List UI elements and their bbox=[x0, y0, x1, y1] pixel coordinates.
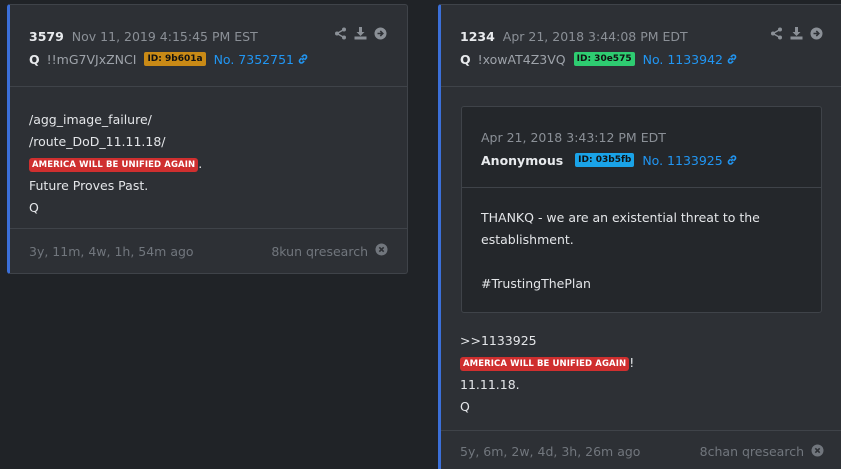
quoted-poster-name: Anonymous bbox=[481, 152, 564, 168]
reply-link[interactable]: >>1133925 bbox=[460, 330, 634, 352]
quoted-line: establishment. bbox=[481, 232, 574, 247]
post-age: 5y, 6m, 2w, 4d, 3h, 26m ago bbox=[460, 444, 641, 459]
post-line: Q bbox=[29, 200, 39, 215]
post-line: AMERICA WILL BE UNIFIED AGAIN. bbox=[29, 153, 388, 175]
quoted-post-body: THANKQ - we are an existential threat to… bbox=[462, 188, 821, 312]
download-icon[interactable] bbox=[790, 27, 803, 40]
tripcode: !xowAT4Z3VQ bbox=[477, 51, 566, 67]
link-icon[interactable] bbox=[726, 151, 738, 170]
post-body: /agg_image_failure/ /route_DoD_11.11.18/… bbox=[10, 87, 407, 219]
flag-suffix: ! bbox=[629, 355, 635, 370]
red-flag-text: AMERICA WILL BE UNIFIED AGAIN bbox=[29, 158, 199, 172]
id-badge[interactable]: ID: 03b5fb bbox=[575, 153, 635, 167]
share-icon[interactable] bbox=[770, 27, 783, 40]
post-actions bbox=[334, 27, 387, 40]
post-header: 1234 Apr 21, 2018 3:44:08 PM EDT Q !xowA… bbox=[441, 5, 841, 87]
quoted-post-date: Apr 21, 2018 3:43:12 PM EDT bbox=[481, 130, 666, 145]
red-flag-text: AMERICA WILL BE UNIFIED AGAIN bbox=[460, 357, 630, 371]
id-badge[interactable]: ID: 9b601a bbox=[144, 52, 206, 66]
post-actions bbox=[770, 27, 823, 40]
post-footer: 5y, 6m, 2w, 4d, 3h, 26m ago 8chan qresea… bbox=[441, 430, 841, 469]
post-line: Future Proves Past. bbox=[29, 178, 149, 193]
close-icon[interactable] bbox=[375, 243, 388, 259]
post-line: /route_DoD_11.11.18/ bbox=[29, 134, 166, 149]
quoted-post: Apr 21, 2018 3:43:12 PM EDT Anonymous ID… bbox=[461, 106, 822, 313]
post-date: Apr 21, 2018 3:44:08 PM EDT bbox=[502, 28, 688, 44]
post-line: /agg_image_failure/ bbox=[29, 112, 152, 127]
post-footer: 3y, 11m, 4w, 1h, 54m ago 8kun qresearch bbox=[10, 228, 407, 273]
download-icon[interactable] bbox=[354, 27, 367, 40]
open-icon[interactable] bbox=[810, 27, 823, 40]
id-badge[interactable]: ID: 30e575 bbox=[573, 52, 635, 66]
post-card: 1234 Apr 21, 2018 3:44:08 PM EDT Q !xowA… bbox=[438, 4, 841, 469]
quoted-line: #TrustingThePlan bbox=[481, 276, 591, 291]
close-icon[interactable] bbox=[811, 444, 824, 460]
post-date: Nov 11, 2019 4:15:45 PM EST bbox=[71, 28, 258, 44]
quoted-line: THANKQ - we are an existential threat to… bbox=[481, 210, 760, 225]
post-body: >>1133925 AMERICA WILL BE UNIFIED AGAIN!… bbox=[441, 330, 653, 418]
post-card: 3579 Nov 11, 2019 4:15:45 PM EST Q !!mG7… bbox=[7, 4, 408, 274]
post-number-link[interactable]: No. 1133942 bbox=[643, 52, 723, 67]
post-number-link[interactable]: No. 7352751 bbox=[214, 52, 294, 67]
post-number: 1234 bbox=[460, 28, 495, 44]
open-icon[interactable] bbox=[374, 27, 387, 40]
poster-name: Q bbox=[29, 51, 40, 67]
flag-suffix: . bbox=[198, 156, 203, 171]
tripcode: !!mG7VJxZNCI bbox=[46, 51, 137, 67]
link-icon[interactable] bbox=[297, 50, 309, 69]
poster-name: Q bbox=[460, 51, 471, 67]
post-line: Q bbox=[460, 399, 470, 414]
post-age: 3y, 11m, 4w, 1h, 54m ago bbox=[29, 243, 194, 259]
post-line: 11.11.18. bbox=[460, 377, 520, 392]
quoted-post-header: Apr 21, 2018 3:43:12 PM EDT Anonymous ID… bbox=[462, 107, 821, 188]
board-source[interactable]: 8chan qresearch bbox=[700, 444, 804, 459]
post-header: 3579 Nov 11, 2019 4:15:45 PM EST Q !!mG7… bbox=[10, 5, 407, 87]
board-source[interactable]: 8kun qresearch bbox=[271, 244, 368, 259]
post-number-link[interactable]: No. 1133925 bbox=[642, 153, 722, 168]
post-line: AMERICA WILL BE UNIFIED AGAIN! bbox=[460, 352, 634, 374]
post-number: 3579 bbox=[29, 28, 64, 44]
share-icon[interactable] bbox=[334, 27, 347, 40]
link-icon[interactable] bbox=[726, 50, 738, 69]
